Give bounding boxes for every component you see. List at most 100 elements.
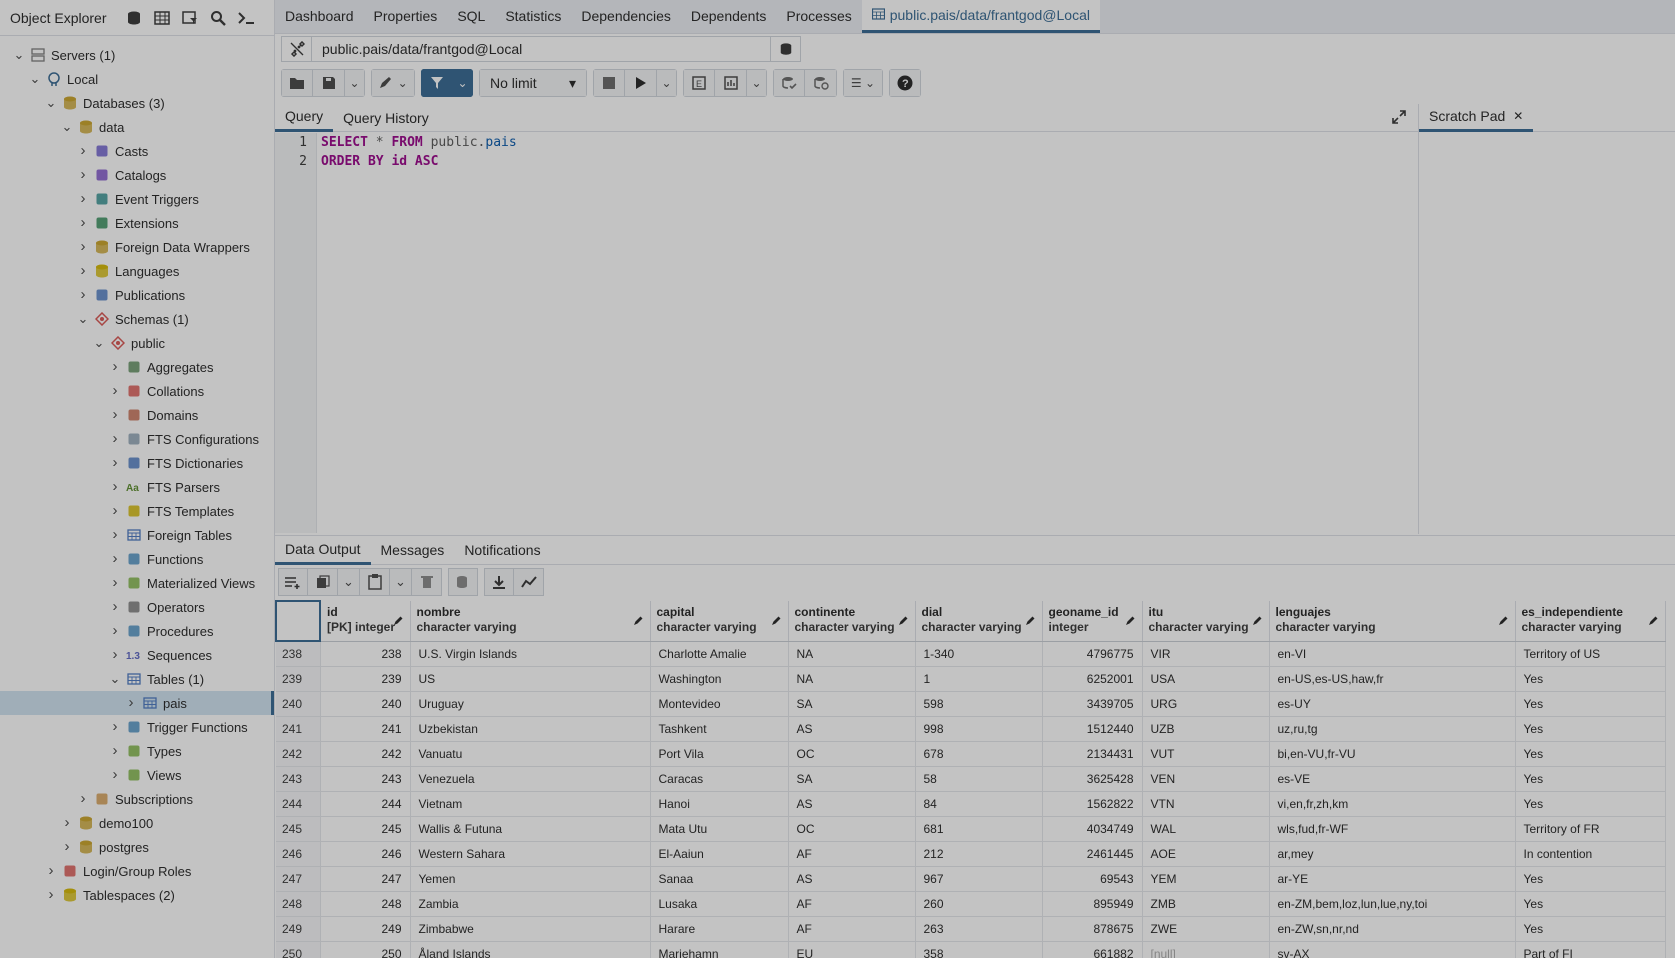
table-cell[interactable]: 245 — [320, 816, 411, 842]
chevron-right-icon[interactable]: › — [107, 623, 123, 639]
chevron-right-icon[interactable]: › — [123, 695, 139, 711]
chevron-right-icon[interactable]: › — [75, 791, 91, 807]
table-cell[interactable]: In contention — [1515, 841, 1666, 867]
chevron-right-icon[interactable]: › — [75, 143, 91, 159]
chevron-right-icon[interactable]: › — [75, 239, 91, 255]
table-cell[interactable]: 263 — [915, 916, 1043, 942]
table-cell[interactable]: 998 — [915, 716, 1043, 742]
add-row-icon[interactable] — [278, 568, 308, 596]
tree-item-event-triggers[interactable]: › Event Triggers — [0, 187, 274, 211]
chevron-right-icon[interactable]: › — [107, 599, 123, 615]
table-cell[interactable]: 243 — [320, 766, 411, 792]
table-cell[interactable]: AF — [788, 841, 916, 867]
execute-icon[interactable] — [625, 69, 657, 97]
table-cell[interactable]: 878675 — [1042, 916, 1143, 942]
chevron-right-icon[interactable]: › — [107, 359, 123, 375]
tab-notifications[interactable]: Notifications — [454, 535, 550, 565]
table-cell[interactable]: 250 — [320, 941, 411, 958]
copy-icon[interactable] — [308, 568, 338, 596]
row-limit-select[interactable]: No limit ▾ — [479, 69, 587, 97]
row-number[interactable]: 246 — [276, 841, 321, 867]
table-row[interactable]: 240 240 Uruguay Montevideo SA 598 3439705 URG es… — [276, 691, 1666, 717]
table-cell[interactable]: sv-AX — [1269, 941, 1516, 958]
table-cell[interactable]: Montevideo — [650, 691, 789, 717]
tree-item-casts[interactable]: › Casts — [0, 139, 274, 163]
tree-item-subscriptions[interactable]: › Subscriptions — [0, 787, 274, 811]
table-row[interactable]: 249 249 Zimbabwe Harare AF 263 878675 ZWE en-ZW,… — [276, 916, 1666, 942]
tree-item-foreign-data-wrappers[interactable]: › Foreign Data Wrappers — [0, 235, 274, 259]
chevron-right-icon[interactable]: › — [107, 719, 123, 735]
tab-data-output[interactable]: Data Output — [275, 535, 371, 565]
table-cell[interactable]: 84 — [915, 791, 1043, 817]
view-data-icon[interactable] — [148, 4, 176, 32]
tree-item-languages[interactable]: › Languages — [0, 259, 274, 283]
edit-column-icon[interactable] — [393, 615, 404, 629]
table-cell[interactable]: VUT — [1142, 741, 1270, 767]
table-row[interactable]: 242 242 Vanuatu Port Vila OC 678 2134431 VUT bi,… — [276, 741, 1666, 767]
row-number[interactable]: 240 — [276, 691, 321, 717]
table-cell[interactable]: AS — [788, 791, 916, 817]
table-cell[interactable]: SA — [788, 691, 916, 717]
edit-column-icon[interactable] — [1252, 615, 1263, 629]
table-cell[interactable]: 58 — [915, 766, 1043, 792]
table-cell[interactable]: 3439705 — [1042, 691, 1143, 717]
table-cell[interactable]: NA — [788, 666, 916, 692]
table-cell[interactable]: Wallis & Futuna — [410, 816, 651, 842]
table-cell[interactable]: Caracas — [650, 766, 789, 792]
table-cell[interactable]: Yes — [1515, 716, 1666, 742]
table-cell[interactable]: es-UY — [1269, 691, 1516, 717]
table-cell[interactable]: Yes — [1515, 791, 1666, 817]
chevron-down-icon[interactable]: ⌄ — [59, 119, 75, 135]
table-cell[interactable]: NA — [788, 641, 916, 667]
tree-item-materialized-views[interactable]: › Materialized Views — [0, 571, 274, 595]
table-row[interactable]: 247 247 Yemen Sanaa AS 967 69543 YEM ar-YE Yes — [276, 866, 1666, 892]
chevron-down-icon[interactable]: ⌄ — [43, 95, 59, 111]
tab-messages[interactable]: Messages — [371, 535, 455, 565]
tree-item-sequences[interactable]: › 1.3 Sequences — [0, 643, 274, 667]
row-number[interactable]: 249 — [276, 916, 321, 942]
column-header-itu[interactable]: itu character varying — [1142, 601, 1270, 642]
column-header-nombre[interactable]: nombre character varying — [410, 601, 651, 642]
table-cell[interactable]: AOE — [1142, 841, 1270, 867]
code-line[interactable]: SELECT * FROM public.pais — [321, 135, 517, 150]
tab-properties[interactable]: Properties — [364, 0, 448, 33]
chevron-right-icon[interactable]: › — [75, 263, 91, 279]
copy-dropdown-chevron-icon[interactable]: ⌄ — [338, 568, 360, 596]
tab-sql[interactable]: SQL — [447, 0, 495, 33]
table-row[interactable]: 250 250 Åland Islands Mariehamn EU 358 661882[… — [276, 941, 1666, 958]
chevron-right-icon[interactable]: › — [107, 551, 123, 567]
tree-item-trigger-functions[interactable]: › Trigger Functions — [0, 715, 274, 739]
row-number[interactable]: 245 — [276, 816, 321, 842]
table-cell[interactable]: en-VI — [1269, 641, 1516, 667]
table-cell[interactable]: OC — [788, 741, 916, 767]
row-number[interactable]: 244 — [276, 791, 321, 817]
row-number[interactable]: 250 — [276, 941, 321, 958]
table-cell[interactable]: 242 — [320, 741, 411, 767]
table-cell[interactable]: Mata Utu — [650, 816, 789, 842]
tree-item-types[interactable]: › Types — [0, 739, 274, 763]
table-cell[interactable]: es-VE — [1269, 766, 1516, 792]
tree-item-extensions[interactable]: › Extensions — [0, 211, 274, 235]
sql-editor[interactable]: 12 SELECT * FROM public.pais ORDER BY id … — [275, 133, 1418, 533]
stop-icon[interactable] — [593, 69, 625, 97]
table-cell[interactable]: 661882 — [1042, 941, 1143, 958]
table-cell[interactable]: Charlotte Amalie — [650, 641, 789, 667]
tree-item-pais[interactable]: › pais — [0, 691, 274, 715]
table-row[interactable]: 241 241 Uzbekistan Tashkent AS 998 1512440 UZB u… — [276, 716, 1666, 742]
table-cell[interactable]: Harare — [650, 916, 789, 942]
query-tool-icon[interactable] — [120, 4, 148, 32]
table-cell[interactable]: Hanoi — [650, 791, 789, 817]
table-cell[interactable]: vi,en,fr,zh,km — [1269, 791, 1516, 817]
chevron-right-icon[interactable]: › — [59, 815, 75, 831]
row-number[interactable]: 242 — [276, 741, 321, 767]
commit-icon[interactable] — [773, 69, 805, 97]
table-cell[interactable]: 240 — [320, 691, 411, 717]
tree-item-demo100[interactable]: › demo100 — [0, 811, 274, 835]
chevron-right-icon[interactable]: › — [59, 839, 75, 855]
table-cell[interactable]: UZB — [1142, 716, 1270, 742]
tab-scratch-pad[interactable]: Scratch Pad ✕ — [1419, 104, 1534, 132]
chevron-right-icon[interactable]: › — [75, 191, 91, 207]
tree-item-collations[interactable]: › Collations — [0, 379, 274, 403]
maximize-icon[interactable] — [1392, 110, 1406, 127]
edit-column-icon[interactable] — [1498, 615, 1509, 629]
